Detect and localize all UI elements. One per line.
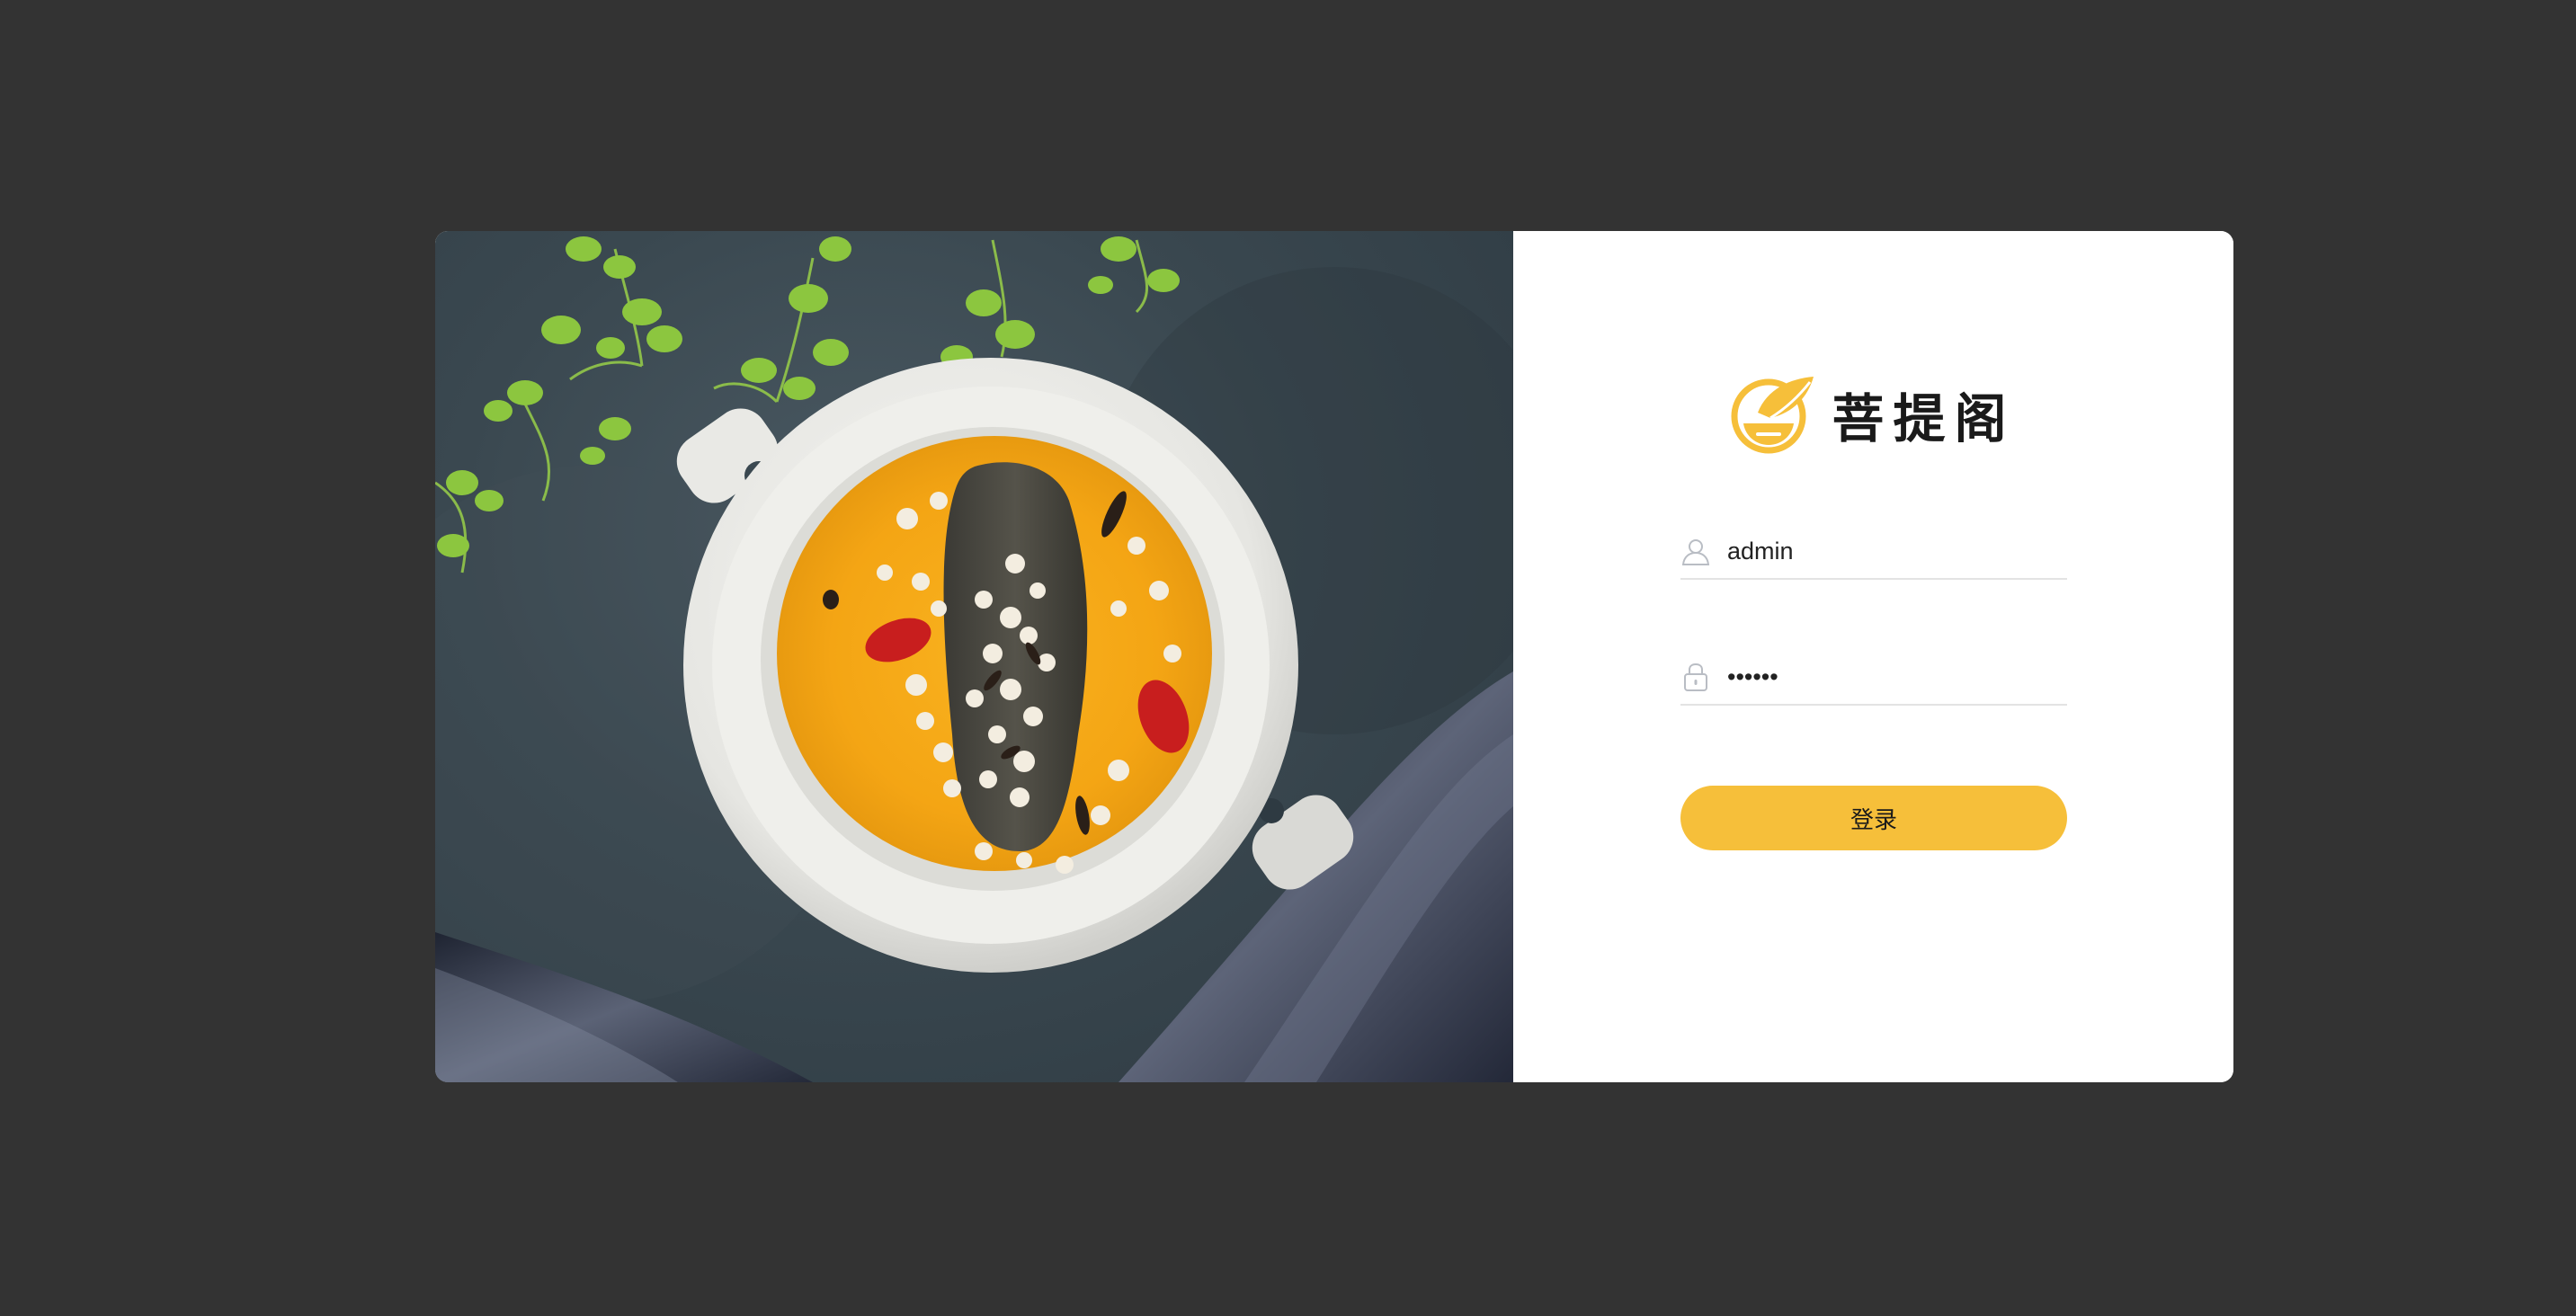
login-button[interactable]: 登录: [1680, 786, 2067, 850]
login-page: 菩提阁 登录: [0, 0, 2576, 1316]
username-field: [1680, 524, 2067, 580]
lock-icon: [1684, 662, 1707, 691]
password-input[interactable]: [1727, 662, 2051, 691]
brand-name: 菩提阁: [1832, 388, 2016, 449]
leaf-bowl-logo-icon: [1731, 377, 1814, 454]
brand-header: 菩提阁: [1513, 373, 2233, 456]
user-icon: [1681, 539, 1710, 565]
login-card: 菩提阁 登录: [435, 231, 2233, 1082]
login-form-panel: 菩提阁 登录: [1513, 231, 2233, 1082]
password-field: [1680, 650, 2067, 706]
username-input[interactable]: [1727, 537, 2051, 565]
hero-food-image: [435, 231, 1513, 1082]
